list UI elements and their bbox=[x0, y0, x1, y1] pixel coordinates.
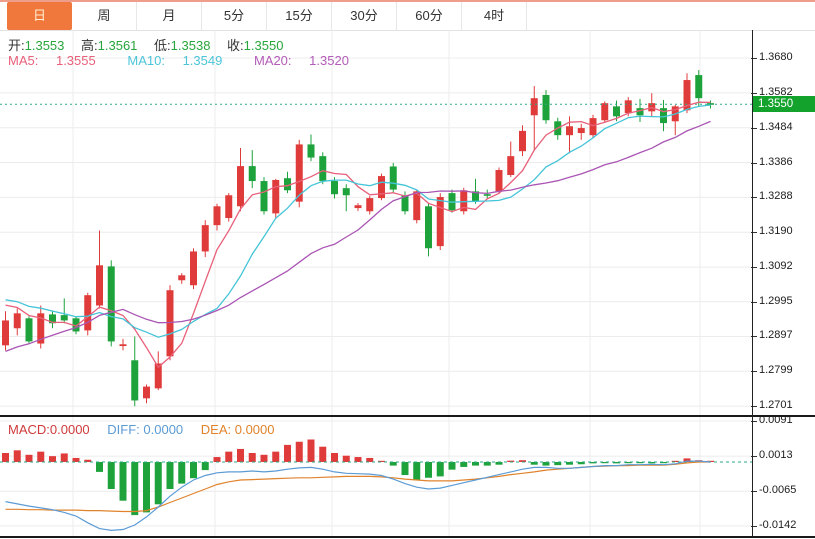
high-label: 高: bbox=[81, 38, 98, 53]
candle bbox=[96, 230, 103, 308]
candle bbox=[261, 177, 268, 214]
dea-value: DEA: 0.0000 bbox=[201, 422, 275, 437]
main-gridlines bbox=[0, 30, 752, 415]
price-tick: 1.3386 bbox=[759, 156, 793, 168]
tab-month[interactable]: 月 bbox=[137, 2, 202, 30]
candle bbox=[425, 204, 432, 257]
candle bbox=[578, 124, 585, 140]
candle bbox=[249, 150, 256, 188]
candle bbox=[437, 193, 444, 250]
candle bbox=[449, 190, 456, 213]
candle bbox=[284, 172, 291, 193]
price-tick: 1.2897 bbox=[759, 329, 793, 341]
candle bbox=[590, 115, 597, 138]
ma10-legend: MA10: 1.3549 bbox=[127, 53, 236, 68]
candle bbox=[366, 196, 373, 214]
price-tick: 1.2995 bbox=[759, 295, 793, 307]
candle bbox=[190, 248, 197, 289]
low-value: 1.3538 bbox=[171, 38, 211, 53]
candle bbox=[507, 142, 514, 178]
open-label: 开: bbox=[8, 38, 25, 53]
tab-15min[interactable]: 15分 bbox=[267, 2, 332, 30]
tab-4hour[interactable]: 4时 bbox=[462, 2, 527, 30]
candle bbox=[684, 73, 691, 113]
price-tick: 1.3484 bbox=[759, 121, 793, 133]
candle bbox=[378, 174, 385, 201]
candle bbox=[319, 152, 326, 184]
tab-5min[interactable]: 5分 bbox=[202, 2, 267, 30]
price-tick: 1.3190 bbox=[759, 225, 793, 237]
ma20-legend: MA20: 1.3520 bbox=[254, 53, 363, 68]
candle bbox=[49, 310, 56, 328]
candle bbox=[472, 179, 479, 204]
candle bbox=[2, 311, 9, 350]
candle bbox=[601, 101, 608, 122]
ma5-legend: MA5: 1.3555 bbox=[8, 53, 110, 68]
tab-30min[interactable]: 30分 bbox=[332, 2, 397, 30]
candle bbox=[237, 148, 244, 211]
candle bbox=[108, 260, 115, 346]
macd-legend: MACD:0.0000 DIFF: 0.0000 DEA: 0.0000 bbox=[8, 422, 289, 437]
candle bbox=[37, 306, 44, 349]
macd-tick: 0.0013 bbox=[759, 449, 793, 461]
candlestick-chart[interactable] bbox=[0, 30, 752, 416]
candle bbox=[519, 125, 526, 156]
open-value: 1.3553 bbox=[25, 38, 65, 53]
macd-histogram bbox=[2, 440, 714, 516]
close-value: 1.3550 bbox=[244, 38, 284, 53]
high-value: 1.3561 bbox=[98, 38, 138, 53]
candle bbox=[695, 70, 702, 106]
candle bbox=[272, 179, 279, 218]
candle bbox=[225, 193, 232, 221]
candle bbox=[14, 308, 21, 335]
current-price-badge: 1.3550 bbox=[753, 96, 815, 112]
candle bbox=[131, 336, 138, 406]
candle bbox=[178, 273, 185, 284]
candle bbox=[26, 316, 33, 343]
bottom-border bbox=[0, 536, 815, 538]
candle bbox=[61, 298, 68, 323]
price-tick: 1.3092 bbox=[759, 260, 793, 272]
low-label: 低: bbox=[154, 38, 171, 53]
candle bbox=[143, 384, 150, 403]
candle bbox=[155, 351, 162, 390]
candlestick-layer bbox=[2, 70, 714, 406]
macd-value: MACD:0.0000 bbox=[8, 422, 90, 437]
macd-tick: -0.0142 bbox=[759, 519, 796, 531]
candle bbox=[648, 93, 655, 116]
price-tick: 1.3288 bbox=[759, 190, 793, 202]
ma-legend: MA5: 1.3555 MA10: 1.3549 MA20: 1.3520 bbox=[8, 53, 377, 68]
tab-week[interactable]: 周 bbox=[72, 2, 137, 30]
trading-chart-app: 日周月5分15分30分60分4时 开:1.3553 高:1.3561 低:1.3… bbox=[0, 0, 815, 539]
timeframe-tabbar: 日周月5分15分30分60分4时 bbox=[7, 2, 527, 30]
price-tick: 1.3680 bbox=[759, 51, 793, 63]
candle bbox=[355, 203, 362, 211]
tab-60min[interactable]: 60分 bbox=[397, 2, 462, 30]
close-label: 收: bbox=[227, 38, 244, 53]
price-tick: 1.2799 bbox=[759, 364, 793, 376]
candle bbox=[202, 220, 209, 257]
candle bbox=[308, 134, 315, 161]
macd-tick: -0.0065 bbox=[759, 484, 796, 496]
panel-divider bbox=[0, 415, 815, 417]
candle bbox=[496, 168, 503, 194]
price-tick: 1.2701 bbox=[759, 399, 793, 411]
ohlc-legend: 开:1.3553 高:1.3561 低:1.3538 收:1.3550 bbox=[8, 35, 296, 54]
tab-day[interactable]: 日 bbox=[7, 2, 72, 30]
candle bbox=[120, 339, 127, 350]
candle bbox=[531, 86, 538, 150]
candle bbox=[390, 163, 397, 193]
candle bbox=[543, 90, 550, 124]
diff-value: DIFF: 0.0000 bbox=[107, 422, 183, 437]
